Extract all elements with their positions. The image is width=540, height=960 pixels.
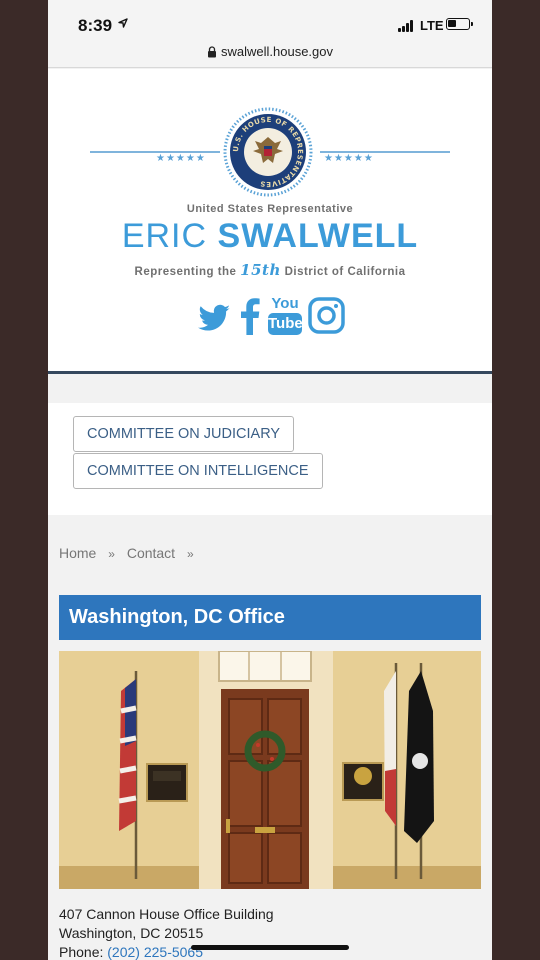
youtube-top-text: You <box>271 295 299 312</box>
district-label: Representing the 15th District of Califo… <box>48 261 492 279</box>
phone-label: Phone: <box>59 944 104 960</box>
header-divider <box>48 371 492 374</box>
battery-icon <box>446 18 473 30</box>
house-seal-logo: U.S. HOUSE OF REPRESENTATIVES <box>223 107 313 197</box>
phone-number-link[interactable]: (202) 225-5065 <box>107 944 203 960</box>
breadcrumb-home[interactable]: Home <box>59 545 96 561</box>
breadcrumb-contact[interactable]: Contact <box>127 545 175 561</box>
district-number: 15th <box>240 261 281 279</box>
network-type: LTE <box>420 18 444 33</box>
address-bar[interactable]: swalwell.house.gov <box>48 38 492 68</box>
twitter-icon[interactable] <box>196 295 232 337</box>
office-title: Washington, DC Office <box>59 595 481 640</box>
address-line-2: Washington, DC 20515 <box>59 925 204 941</box>
breadcrumb-separator: » <box>108 547 115 561</box>
representative-name: ERIC SWALWELL <box>48 217 492 256</box>
district-prefix: Representing the <box>134 266 237 278</box>
facebook-icon[interactable] <box>238 295 262 337</box>
committee-links: COMMITTEE ON JUDICIARY COMMITTEE ON INTE… <box>48 403 492 515</box>
first-name: ERIC <box>121 217 208 255</box>
representative-label: United States Representative <box>186 203 354 215</box>
phone-screen: 8:39 LTE swalwell.house.gov ★★★★★ ★★★★★ <box>48 0 492 960</box>
site-header: ★★★★★ ★★★★★ U.S. HOUSE OF REPRESENTATIVE… <box>48 69 492 371</box>
address-line-1: 407 Cannon House Office Building <box>59 906 274 922</box>
district-suffix: District of California <box>284 266 406 278</box>
youtube-icon[interactable]: You Tube <box>267 295 303 337</box>
office-address: 407 Cannon House Office Building Washing… <box>59 905 274 960</box>
committee-judiciary-button[interactable]: COMMITTEE ON JUDICIARY <box>73 416 295 452</box>
stars-right: ★★★★★ <box>324 153 374 164</box>
breadcrumb-separator: » <box>186 547 194 561</box>
home-indicator[interactable] <box>191 945 349 950</box>
youtube-bottom-text: Tube <box>268 313 303 335</box>
url-text: swalwell.house.gov <box>221 44 334 59</box>
office-door-photo <box>59 651 481 889</box>
instagram-icon[interactable] <box>307 295 347 337</box>
stars-left: ★★★★★ <box>156 153 206 164</box>
signal-icon <box>398 20 416 32</box>
breadcrumb: Home » Contact » <box>59 545 202 561</box>
lock-icon <box>208 46 216 58</box>
last-name: SWALWELL <box>217 217 419 255</box>
committee-intelligence-button[interactable]: COMMITTEE ON INTELLIGENCE <box>73 453 323 489</box>
location-arrow-icon <box>118 18 128 28</box>
status-time: 8:39 <box>78 16 113 35</box>
